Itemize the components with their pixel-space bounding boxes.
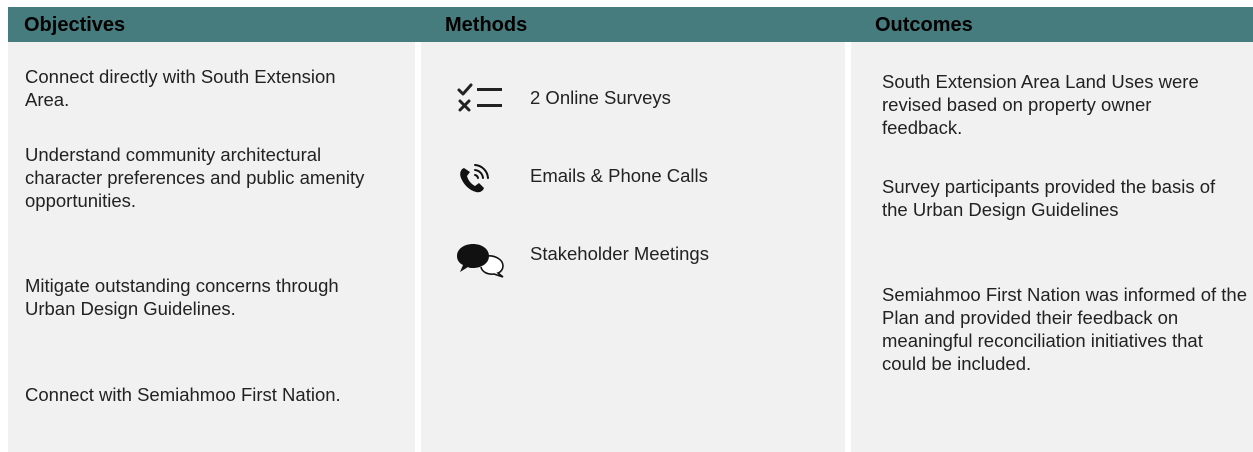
method-label: Emails & Phone Calls: [530, 165, 708, 186]
method-label: 2 Online Surveys: [530, 87, 671, 108]
objectives-heading: Objectives: [24, 14, 126, 36]
header-band: [8, 7, 1253, 42]
method-label: Stakeholder Meetings: [530, 243, 709, 264]
methods-heading: Methods: [445, 14, 528, 36]
outcomes-heading: Outcomes: [875, 14, 973, 36]
objective-item: Connect with Semiahmoo First Nation.: [25, 384, 341, 405]
chat-bubbles-icon: [457, 244, 504, 278]
objective-item: Connect directly with South Extension Ar…: [25, 66, 336, 110]
phone-call-icon: [460, 164, 489, 193]
outcome-item: Survey participants provided the basis o…: [882, 176, 1216, 220]
objective-item: Understand community architectural chara…: [25, 144, 365, 211]
checklist-icon: [457, 83, 502, 112]
outcome-item: South Extension Area Land Uses were revi…: [882, 71, 1199, 138]
outcome-item: Semiahmoo First Nation was informed of t…: [882, 284, 1248, 374]
objective-item: Mitigate outstanding concerns through Ur…: [25, 275, 339, 319]
